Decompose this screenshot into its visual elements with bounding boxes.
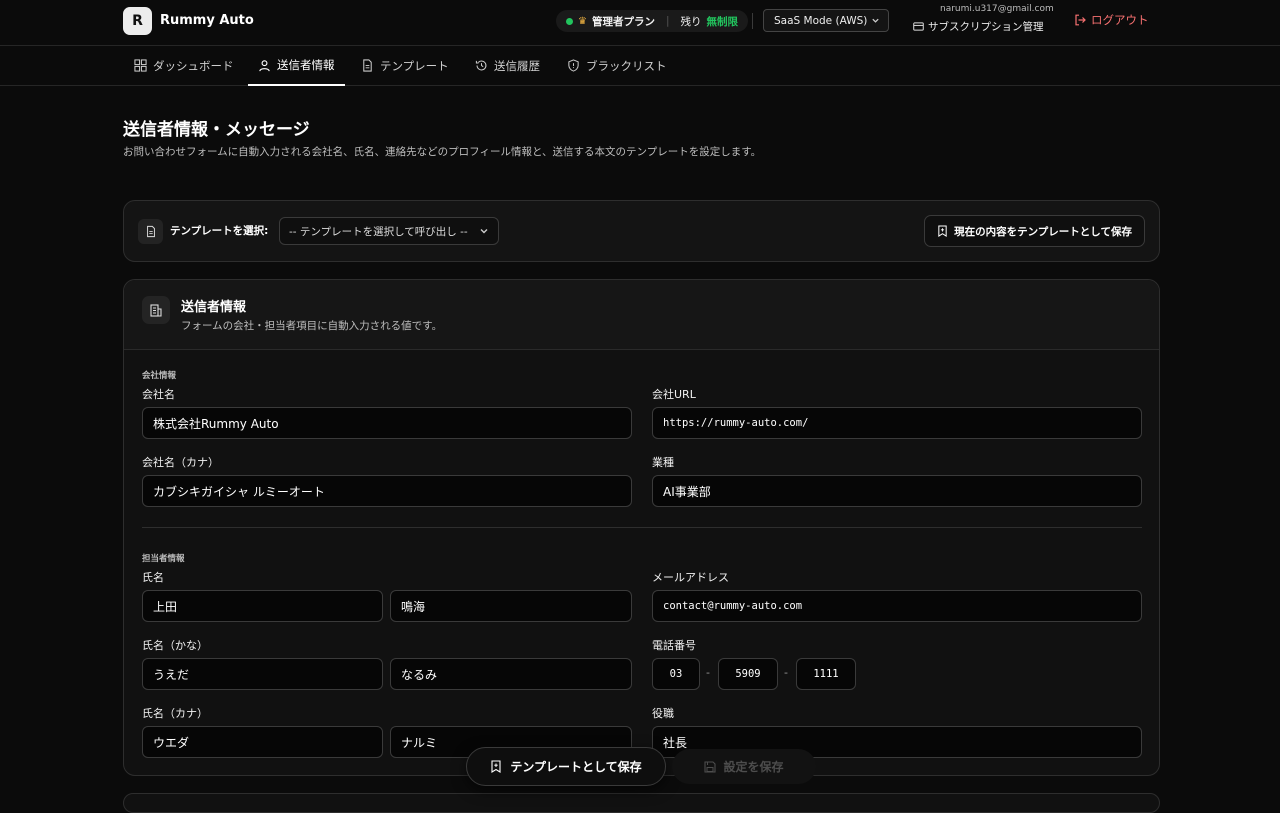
company-url-input[interactable]: https://rummy-auto.com/	[652, 407, 1142, 439]
plan-status-pill: ♛ 管理者プラン | 残り 無制限	[556, 10, 749, 32]
logout-label: ログアウト	[1091, 13, 1149, 27]
tab-templates-label: テンプレート	[380, 58, 449, 73]
company-section-label: 会社情報	[142, 371, 177, 381]
first-name-hiragana-input[interactable]: なるみ	[390, 658, 632, 690]
history-icon	[475, 60, 487, 71]
plan-divider: |	[665, 15, 670, 27]
save-as-template-button[interactable]: 現在の内容をテンプレートとして保存	[924, 215, 1145, 247]
shield-icon	[568, 59, 579, 72]
email-label: メールアドレス	[652, 571, 729, 584]
status-dot-icon	[566, 17, 573, 25]
tab-blacklist-label: ブラックリスト	[586, 58, 667, 73]
mode-select-value: SaaS Mode (AWS)	[774, 14, 868, 27]
phone-separator-2: -	[784, 666, 788, 679]
company-name-input[interactable]: 株式会社Rummy Auto	[142, 407, 632, 439]
tab-history[interactable]: 送信履歴	[475, 46, 540, 85]
template-selector-card: テンプレートを選択: -- テンプレートを選択して呼び出し -- 現在の内容をテ…	[123, 200, 1160, 262]
sender-info-description: フォームの会社・担当者項目に自動入力される値です。	[181, 320, 443, 332]
user-icon	[259, 59, 270, 71]
subscription-link-label: サブスクリプション管理	[928, 21, 1044, 33]
phone-separator-1: -	[706, 666, 710, 679]
company-kana-label: 会社名（カナ）	[142, 456, 219, 469]
credit-card-icon	[913, 22, 924, 31]
page-description: お問い合わせフォームに自動入力される会社名、氏名、連絡先などのプロフィール情報と…	[123, 146, 762, 158]
document-icon	[363, 59, 372, 72]
phone-part1-input[interactable]: 03	[652, 658, 700, 690]
phone-part3-input[interactable]: 1111	[796, 658, 856, 690]
plan-label: 管理者プラン	[591, 15, 655, 28]
header-divider	[752, 13, 753, 29]
name-label: 氏名	[142, 571, 164, 584]
tab-templates[interactable]: テンプレート	[361, 46, 449, 85]
floating-save-template-label: テンプレートとして保存	[510, 760, 642, 774]
tab-sender-info-label: 送信者情報	[277, 58, 335, 72]
chevron-down-icon	[480, 229, 488, 234]
save-as-template-label: 現在の内容をテンプレートとして保存	[954, 225, 1132, 238]
company-kana-input[interactable]: カブシキガイシャ ルミーオート	[142, 475, 632, 507]
subscription-link[interactable]: サブスクリプション管理	[913, 19, 1044, 34]
save-settings-label: 設定を保存	[723, 760, 784, 774]
last-name-input[interactable]: 上田	[142, 590, 383, 622]
bookmark-plus-icon	[491, 760, 501, 773]
email-input[interactable]: contact@rummy-auto.com	[652, 590, 1142, 622]
company-url-label: 会社URL	[652, 388, 696, 401]
phone-part2-input[interactable]: 5909	[718, 658, 778, 690]
remaining-label: 残り	[680, 15, 702, 28]
logout-icon	[1075, 14, 1086, 26]
tab-dashboard-label: ダッシュボード	[153, 58, 234, 73]
next-section-card	[123, 793, 1160, 813]
tab-sender-info[interactable]: 送信者情報	[248, 46, 345, 86]
crown-icon: ♛	[578, 15, 587, 27]
floating-save-template-button[interactable]: テンプレートとして保存	[466, 747, 666, 786]
save-icon	[704, 760, 717, 773]
building-icon	[142, 296, 170, 324]
name-katakana-label: 氏名（カナ）	[142, 707, 208, 720]
main-nav: ダッシュボード 送信者情報 テンプレート 送信履歴 ブラックリスト	[0, 46, 1280, 86]
tab-blacklist[interactable]: ブラックリスト	[567, 46, 667, 85]
logout-button[interactable]: ログアウト	[1074, 12, 1149, 28]
sender-info-card: 送信者情報 フォームの会社・担当者項目に自動入力される値です。 会社情報 会社名…	[123, 279, 1160, 776]
industry-label: 業種	[652, 456, 674, 469]
tab-dashboard[interactable]: ダッシュボード	[134, 46, 234, 85]
template-select-label: テンプレートを選択:	[170, 225, 269, 237]
template-select[interactable]: -- テンプレートを選択して呼び出し --	[279, 217, 499, 245]
app-name: Rummy Auto	[160, 13, 254, 28]
top-bar: R Rummy Auto ♛ 管理者プラン | 残り 無制限 SaaS Mode…	[0, 0, 1280, 46]
company-name-label: 会社名	[142, 388, 175, 401]
template-icon	[138, 219, 163, 244]
sender-info-header: 送信者情報 フォームの会社・担当者項目に自動入力される値です。	[124, 280, 1159, 350]
mode-select[interactable]: SaaS Mode (AWS)	[763, 9, 889, 32]
chevron-down-icon	[872, 18, 879, 23]
section-divider	[142, 527, 1142, 528]
person-section-label: 担当者情報	[142, 554, 185, 564]
position-label: 役職	[652, 707, 674, 720]
industry-input[interactable]: AI事業部	[652, 475, 1142, 507]
page-title: 送信者情報・メッセージ	[123, 120, 310, 140]
sender-info-title: 送信者情報	[181, 300, 247, 315]
tab-history-label: 送信履歴	[494, 58, 540, 73]
grid-icon	[134, 59, 147, 72]
last-name-katakana-input[interactable]: ウエダ	[142, 726, 383, 758]
template-select-value: -- テンプレートを選択して呼び出し --	[289, 225, 468, 238]
first-name-input[interactable]: 鳴海	[390, 590, 632, 622]
remaining-value: 無制限	[706, 15, 739, 28]
app-logo: R	[123, 7, 152, 35]
last-name-hiragana-input[interactable]: うえだ	[142, 658, 383, 690]
bookmark-plus-icon	[938, 225, 947, 237]
user-email: narumi.u317@gmail.com	[940, 4, 1054, 14]
save-settings-button[interactable]: 設定を保存	[672, 749, 816, 784]
name-hiragana-label: 氏名（かな）	[142, 639, 208, 652]
phone-label: 電話番号	[652, 639, 696, 652]
